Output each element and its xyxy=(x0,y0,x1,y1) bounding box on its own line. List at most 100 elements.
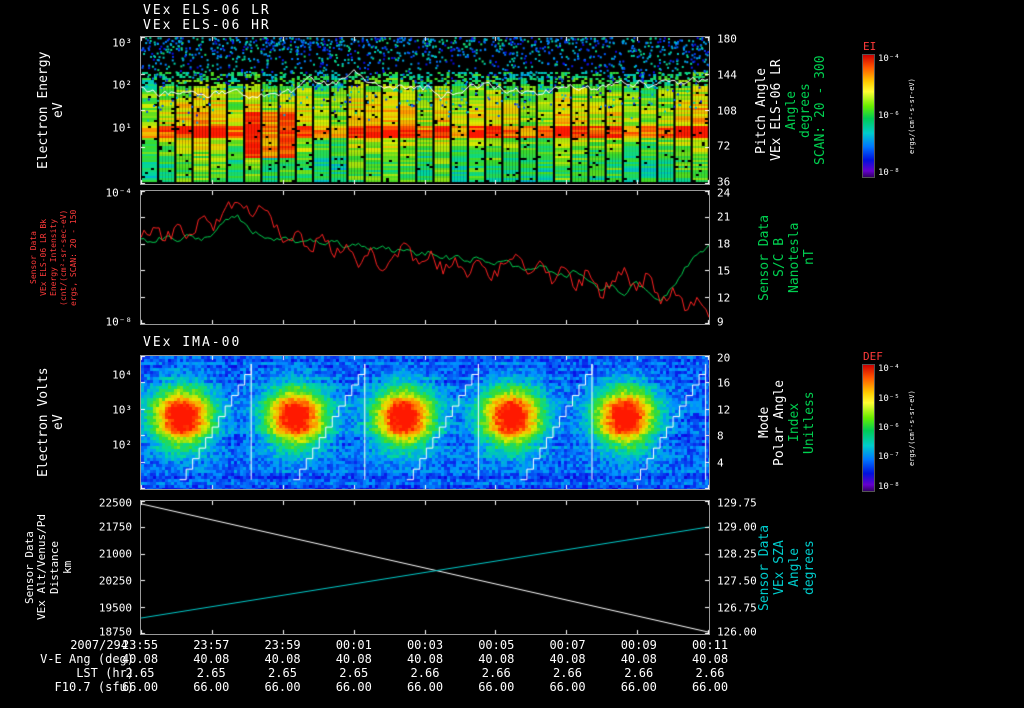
tick-label: 10¹ xyxy=(112,121,132,135)
right-label-line: Unitless xyxy=(801,391,817,454)
tick-label: 20 xyxy=(717,351,731,365)
row-values-f107: 66.00 66.00 66.00 66.00 66.00 66.00 66.00 66.00… xyxy=(122,680,728,694)
axis-value: 66.00 xyxy=(193,680,230,694)
ylabel-line: Energy Intensity xyxy=(49,218,58,297)
tick-label: 10⁻⁷ xyxy=(878,452,900,463)
bfield-line-panel xyxy=(140,190,710,325)
ephemeris-right-ticks: 129.75 129.00 128.25 127.50 126.75 126.00 xyxy=(714,496,760,639)
axis-value: 2.66 xyxy=(481,666,511,680)
ephemeris-line-panel xyxy=(140,500,710,635)
ylabel-unit: eV xyxy=(51,414,66,431)
tick-label: 10⁻⁵ xyxy=(878,393,900,404)
ima-right-label: Mode Polar Angle Index Unitless xyxy=(756,355,820,490)
tick-label: 10⁴ xyxy=(112,368,132,382)
bfield-canvas xyxy=(141,191,709,324)
tick-label: 129.00 xyxy=(717,520,757,534)
tick-label: 18 xyxy=(717,237,731,251)
right-label-line: Index xyxy=(787,402,802,443)
ylabel-line: Distance xyxy=(48,541,61,594)
axis-value: 40.08 xyxy=(691,652,729,666)
plot-page: VEx ELS-06 LR VEx ELS-06 HR VEx IMA-00 E… xyxy=(0,0,1024,708)
tick-label: 22500 xyxy=(98,496,132,510)
right-label-line: Polar Angle xyxy=(772,379,788,466)
axis-value: 2.65 xyxy=(268,666,297,680)
tick-label: 126.00 xyxy=(717,625,757,639)
tick-label: 9 xyxy=(717,315,724,329)
right-label-line: VEx SZA xyxy=(772,540,788,595)
tick-label: 21750 xyxy=(98,520,132,534)
ylabel-unit: eV xyxy=(51,102,66,119)
tick-label: 24 xyxy=(717,186,731,200)
axis-value: 2.66 xyxy=(553,666,582,680)
axis-value: 40.08 xyxy=(549,652,586,666)
tick-label: 21000 xyxy=(98,547,132,561)
axis-value: 66.00 xyxy=(406,680,444,694)
axis-value: 66.00 xyxy=(549,680,586,694)
els-ylabel: Electron Energy eV xyxy=(34,36,70,185)
title-els-hr: VEx ELS-06 HR xyxy=(143,18,271,33)
colorbar-gradient xyxy=(862,364,875,492)
ei-colorbar: EI 10⁻⁴ 10⁻⁶ 10⁻⁸ ergs/(cm²-s-sr-eV) xyxy=(860,40,930,182)
right-label-line: Nanotesla xyxy=(787,222,802,293)
axis-value: 23:59 xyxy=(264,638,301,652)
axis-value: 66.00 xyxy=(121,680,159,694)
right-label-line: Mode xyxy=(757,406,773,439)
date-label: 2007/294 xyxy=(70,638,128,652)
bfield-ylabel: Sensor Data VEx ELS-06 LR Bk Energy Inte… xyxy=(28,190,80,325)
axis-value: 66.00 xyxy=(691,680,729,694)
axis-value: 40.08 xyxy=(335,652,372,666)
els-left-ticks: 10³ 10² 10¹ xyxy=(84,36,136,185)
right-label-line: SCAN: 20 - 300 xyxy=(813,55,829,166)
tick-label: 15 xyxy=(717,264,731,278)
axis-value: 00:11 xyxy=(691,638,729,652)
axis-value: 00:03 xyxy=(406,638,444,652)
ylabel-line: Electron Volts xyxy=(36,367,52,478)
ima-spectrogram-panel xyxy=(140,355,710,490)
ephemeris-canvas xyxy=(141,501,709,634)
tick-label: 18750 xyxy=(98,625,132,639)
ylabel-line: ergs, SCAN: 20 - 150 xyxy=(69,209,78,306)
ylabel-line: VEx ELS-06 LR Bk xyxy=(39,218,48,297)
axis-value: 2.65 xyxy=(339,666,369,680)
tick-label: 10⁻⁶ xyxy=(878,111,900,121)
axis-value: 2.65 xyxy=(196,666,226,680)
colorbar-unit: ergs/(cm²-s-sr-eV) xyxy=(908,390,916,466)
axis-value: 00:09 xyxy=(620,638,657,652)
axis-value: 66.00 xyxy=(335,680,372,694)
ylabel-line: (cnt/(cm²-sr-sec-eV) xyxy=(59,209,68,306)
axis-value: 40.08 xyxy=(121,652,159,666)
els-spectrogram-panel xyxy=(140,36,710,185)
right-label-line: Sensor Data xyxy=(757,214,773,301)
axis-value: 40.08 xyxy=(193,652,230,666)
tick-label: 144 xyxy=(717,68,737,82)
tick-label: 72 xyxy=(717,139,731,153)
bfield-right-ticks: 24 21 18 15 12 9 xyxy=(714,186,760,329)
tick-label: 10⁻⁴ xyxy=(878,364,900,375)
ima-left-ticks: 10⁴ 10³ 10² xyxy=(84,355,136,490)
tick-label: 21 xyxy=(717,210,731,224)
colorbar-title: DEF xyxy=(863,350,883,363)
axis-value: 2.65 xyxy=(125,666,155,680)
tick-label: 108 xyxy=(717,104,737,117)
tick-label: 12 xyxy=(717,403,731,417)
colorbar-title: EI xyxy=(863,40,877,53)
tick-label: 19500 xyxy=(98,601,132,615)
tick-label: 10⁻⁴ xyxy=(878,53,900,64)
right-label-line: Angle xyxy=(787,547,802,588)
tick-label: 10⁻⁸ xyxy=(878,168,900,179)
axis-value: 00:05 xyxy=(478,638,515,652)
tick-label: 10³ xyxy=(112,36,132,50)
axis-value: 00:07 xyxy=(549,638,586,652)
row-label-ve-ang: V-E Ang (deg) xyxy=(40,652,134,666)
axis-value: 66.00 xyxy=(620,680,657,694)
right-label-line: S/C B xyxy=(772,237,788,278)
tick-label: 10⁻⁶ xyxy=(878,423,900,433)
right-label-line: VEx ELS-06 LR xyxy=(768,59,784,162)
bfield-left-ticks: 10⁻⁴ 10⁻⁸ xyxy=(84,186,136,329)
ima-spectrogram-canvas xyxy=(141,356,709,489)
tick-label: 129.75 xyxy=(717,496,757,510)
ylabel-line: Sensor Data xyxy=(29,231,38,284)
right-label-line: degrees xyxy=(801,540,817,595)
ephemeris-ylabel: Sensor Data VEx Alt/Venus/Pd Distance km xyxy=(22,500,76,635)
tick-label: 12 xyxy=(717,291,731,305)
